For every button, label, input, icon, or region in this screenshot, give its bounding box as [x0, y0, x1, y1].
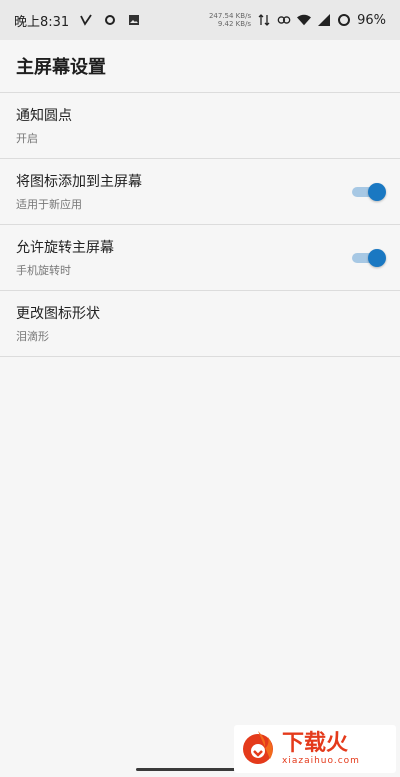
toggle-thumb [368, 182, 386, 201]
setting-title: 允许旋转主屏幕 [16, 240, 114, 256]
watermark-logo: 下载火 xiazaihuo.com [234, 725, 396, 773]
signal-icon [317, 13, 331, 27]
status-time: 晚上8:31 [14, 14, 70, 30]
v-check-icon [79, 13, 93, 27]
settings-list: 通知圆点 开启 将图标添加到主屏幕 适用于新应用 允许旋转主屏幕 手机旋转时 更… [0, 93, 400, 357]
net-speed-up: 247.54 KB/s [208, 12, 252, 20]
setting-subtitle: 开启 [16, 132, 38, 145]
flame-logo-icon [238, 727, 278, 771]
setting-title: 通知圆点 [16, 108, 72, 124]
circle-icon [103, 13, 117, 27]
setting-subtitle: 泪滴形 [16, 330, 49, 343]
setting-allow-rotation[interactable]: 允许旋转主屏幕 手机旋转时 [0, 225, 400, 291]
page-title: 主屏幕设置 [16, 57, 106, 78]
watermark-title: 下载火 [282, 731, 349, 756]
battery-percent: 96% [357, 12, 386, 28]
link-icon [277, 13, 291, 27]
setting-icon-shape[interactable]: 更改图标形状 泪滴形 [0, 291, 400, 357]
net-speed: 247.54 KB/s 9.42 KB/s [209, 12, 251, 28]
setting-add-icon-to-home[interactable]: 将图标添加到主屏幕 适用于新应用 [0, 159, 400, 225]
setting-subtitle: 手机旋转时 [16, 264, 71, 277]
battery-icon [337, 13, 351, 27]
setting-subtitle: 适用于新应用 [16, 198, 82, 211]
allow-rotation-toggle[interactable] [352, 248, 386, 267]
status-bar: 晚上8:31 247.54 KB/s 9.42 KB/s 96% [0, 0, 400, 40]
setting-title: 将图标添加到主屏幕 [16, 174, 142, 190]
image-icon [127, 13, 141, 27]
net-speed-down: 9.42 KB/s [217, 20, 252, 28]
wifi-icon [297, 13, 312, 27]
app-header: 主屏幕设置 [0, 40, 400, 93]
add-icon-toggle[interactable] [352, 182, 386, 201]
toggle-thumb [368, 248, 386, 267]
setting-notification-dots[interactable]: 通知圆点 开启 [0, 93, 400, 159]
setting-title: 更改图标形状 [16, 306, 100, 322]
watermark-url: xiazaihuo.com [282, 756, 360, 766]
data-transfer-icon [257, 13, 271, 27]
